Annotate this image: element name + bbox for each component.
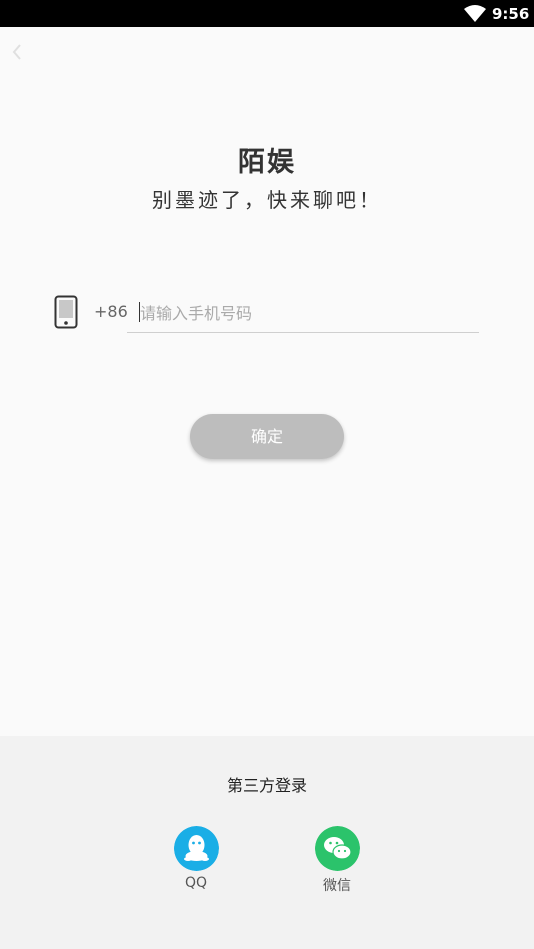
qq-login-button[interactable]: QQ — [161, 826, 231, 891]
qq-icon — [173, 826, 219, 871]
app-title: 陌娱 — [238, 147, 296, 178]
back-button[interactable] — [6, 40, 30, 64]
wifi-icon — [464, 5, 486, 22]
wechat-login-button[interactable]: 微信 — [302, 826, 372, 895]
status-time: 9:56 — [492, 5, 530, 23]
qq-label: QQ — [184, 875, 208, 891]
status-bar: 9:56 — [0, 0, 534, 27]
third-party-title: 第三方登录 — [226, 776, 307, 795]
slogan: 别墨迹了，快来聊吧！ — [152, 188, 382, 212]
wechat-icon — [314, 826, 360, 871]
wechat-label: 微信 — [323, 878, 351, 894]
phone-input[interactable] — [140, 298, 470, 328]
phone-icon — [54, 295, 78, 329]
confirm-button[interactable]: 确定 — [190, 414, 344, 459]
phone-input-container — [127, 296, 479, 333]
third-party-login-panel: 第三方登录 QQ 微信 — [0, 736, 534, 949]
country-code[interactable]: +86 — [94, 302, 128, 322]
chevron-left-icon — [12, 44, 21, 60]
